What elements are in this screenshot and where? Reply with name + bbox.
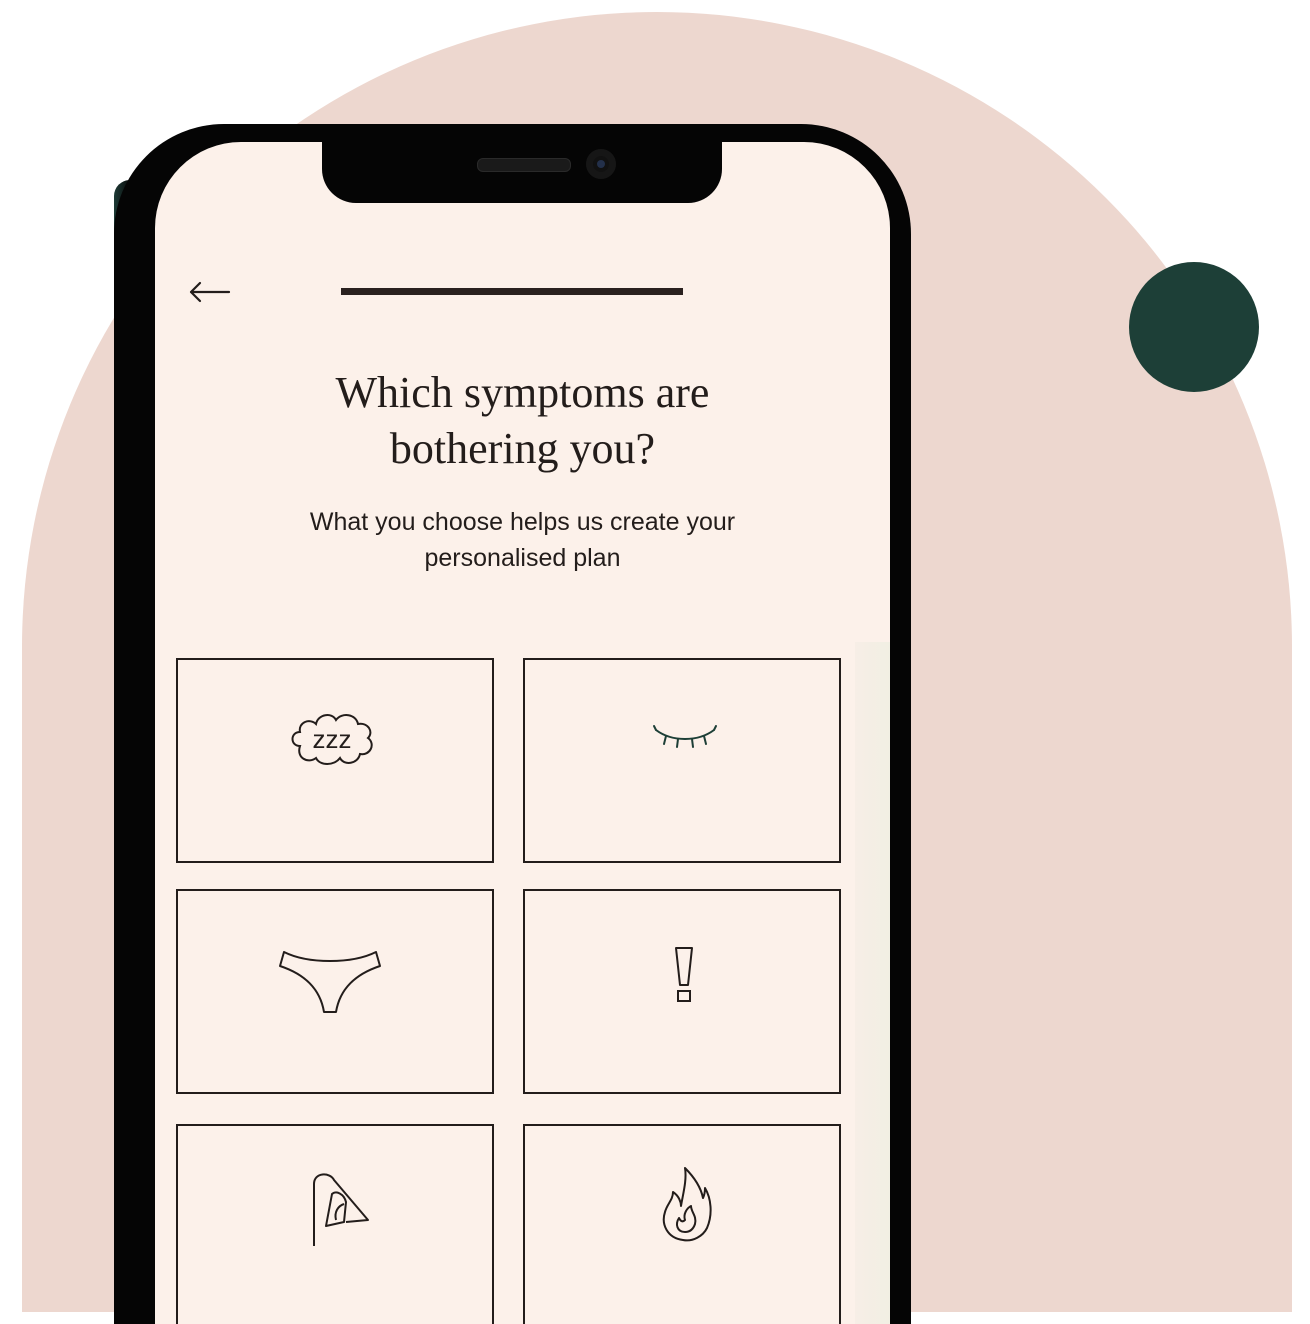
front-camera-icon (586, 149, 616, 179)
flame-icon (662, 1167, 712, 1242)
symptom-option-intimate[interactable] (176, 889, 494, 1094)
question-subtitle: What you choose helps us create your per… (309, 508, 736, 572)
sleep-zzz-icon: zzz (291, 714, 373, 765)
screen-edge-shade (855, 642, 890, 1324)
symptom-option-hot-flushes[interactable] (523, 1124, 841, 1324)
question-title: Which symptoms are bothering you? (155, 365, 890, 477)
phone-screen: Which symptoms are bothering you? What y… (155, 142, 890, 1324)
progress-bar (341, 288, 683, 295)
question-title-line-2: bothering you? (389, 424, 656, 473)
speaker-grille (477, 158, 571, 172)
back-button[interactable] (183, 272, 235, 312)
svg-text:zzz: zzz (313, 724, 352, 754)
symptom-option-sleep[interactable]: zzz (176, 658, 494, 863)
exclamation-icon (675, 947, 693, 1002)
arrow-left-icon (189, 281, 231, 303)
phone-frame: Which symptoms are bothering you? What y… (114, 124, 911, 1324)
symptom-option-bladder[interactable] (176, 1124, 494, 1324)
symptom-option-irritability[interactable] (523, 889, 841, 1094)
decorative-dot (1129, 262, 1259, 392)
closed-eye-icon (653, 725, 717, 748)
symptom-option-tiredness[interactable] (523, 658, 841, 863)
question-title-line-1: Which symptoms are (335, 368, 710, 417)
bladder-icon (313, 1173, 369, 1246)
phone-notch (322, 142, 722, 203)
underwear-icon (279, 951, 381, 1013)
